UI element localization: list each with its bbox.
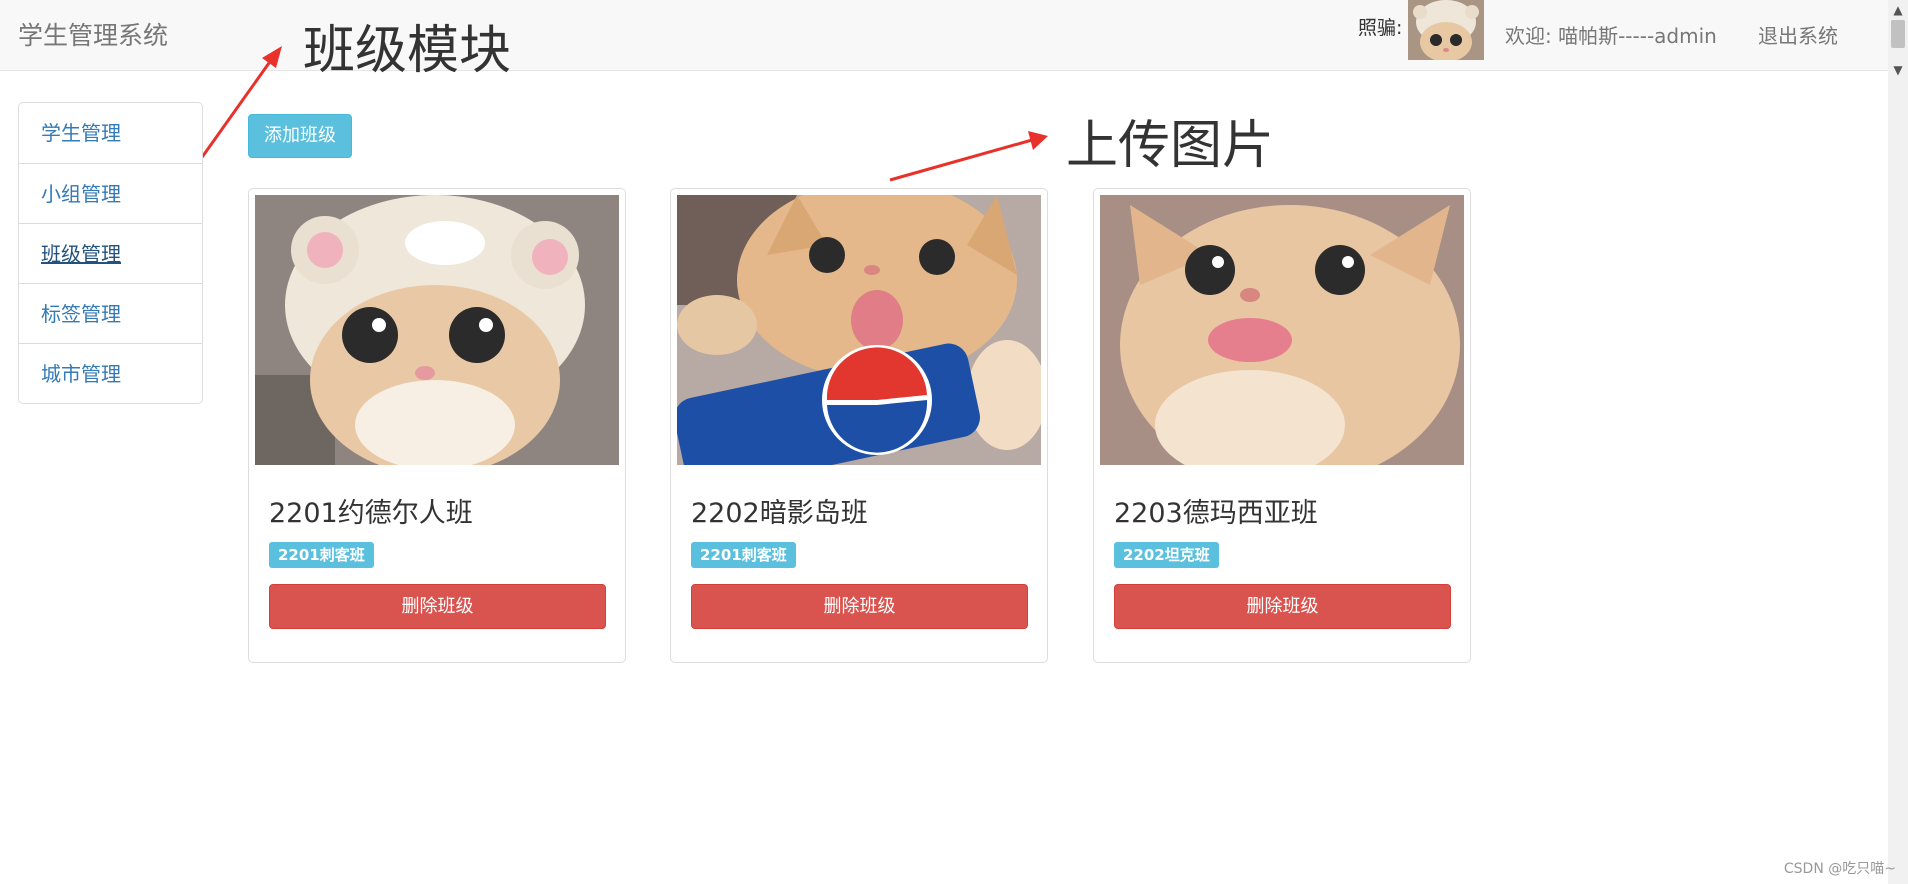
arrow-to-upload-image-icon: [889, 131, 1048, 182]
class-card: 2201约德尔人班 2201刺客班 删除班级: [248, 188, 626, 663]
sidebar-item-groups[interactable]: 小组管理: [19, 163, 202, 223]
vertical-scrollbar[interactable]: ▲ ▼: [1888, 0, 1908, 884]
class-card: 2202暗影岛班 2201刺客班 删除班级: [670, 188, 1048, 663]
delete-class-button[interactable]: 删除班级: [269, 584, 606, 629]
tag-badge: 2201刺客班: [269, 542, 374, 568]
top-navbar: 学生管理系统 照骗: 欢迎: 喵帕斯-----admin 退出系统: [0, 0, 1888, 71]
class-title: 2202暗影岛班: [691, 498, 868, 529]
class-image: [255, 195, 619, 465]
class-title: 2203德玛西亚班: [1114, 498, 1318, 529]
photo-label: 照骗:: [1358, 17, 1403, 39]
tag-badge: 2202坦克班: [1114, 542, 1219, 568]
tag-badge: 2201刺客班: [691, 542, 796, 568]
class-image: [1100, 195, 1464, 465]
cat-with-pepsi-can-icon: [677, 195, 1041, 465]
scroll-up-arrow-icon[interactable]: ▲: [1888, 0, 1908, 20]
cat-in-bear-hat-icon: [255, 195, 619, 465]
sidebar-item-classes[interactable]: 班级管理: [19, 223, 202, 283]
class-title: 2201约德尔人班: [269, 498, 473, 529]
scroll-thumb[interactable]: [1891, 20, 1905, 48]
cat-tongue-out-icon: [1100, 195, 1464, 465]
sidebar-item-tags[interactable]: 标签管理: [19, 283, 202, 343]
sidebar-nav: 学生管理 小组管理 班级管理 标签管理 城市管理: [18, 102, 203, 404]
brand-title[interactable]: 学生管理系统: [18, 16, 168, 52]
delete-class-button[interactable]: 删除班级: [1114, 584, 1451, 629]
sidebar-item-students[interactable]: 学生管理: [19, 103, 202, 163]
class-card: 2203德玛西亚班 2202坦克班 删除班级: [1093, 188, 1471, 663]
cat-avatar-icon: [1408, 0, 1484, 60]
logout-link[interactable]: 退出系统: [1758, 20, 1838, 49]
delete-class-button[interactable]: 删除班级: [691, 584, 1028, 629]
annotation-upload-image: 上传图片: [1066, 116, 1275, 176]
annotation-class-module: 班级模块: [303, 21, 512, 81]
watermark: CSDN @吃只喵~: [1783, 861, 1896, 877]
avatar[interactable]: [1408, 0, 1484, 60]
sidebar-item-cities[interactable]: 城市管理: [19, 343, 202, 403]
scroll-down-arrow-icon[interactable]: ▼: [1888, 60, 1908, 80]
class-image: [677, 195, 1041, 465]
add-class-button[interactable]: 添加班级: [248, 114, 352, 158]
welcome-text: 欢迎: 喵帕斯-----admin: [1505, 24, 1717, 48]
